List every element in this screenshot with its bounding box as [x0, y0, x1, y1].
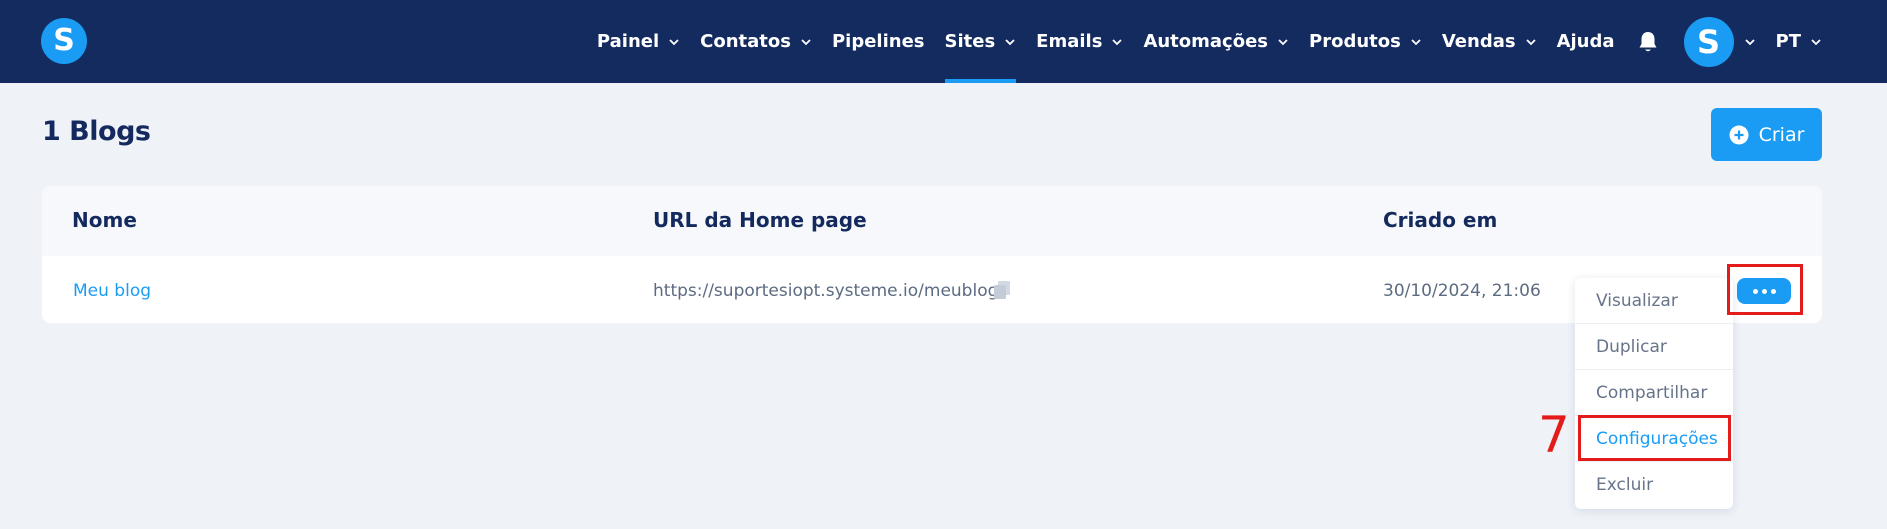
column-header-created: Criado em	[1383, 208, 1498, 232]
chevron-down-icon	[1811, 38, 1821, 45]
nav-label: Vendas	[1441, 31, 1516, 52]
chevron-down-icon[interactable]	[1744, 36, 1756, 48]
chevron-down-icon	[1525, 38, 1536, 45]
nav-label: Painel	[596, 31, 660, 52]
column-header-url: URL da Home page	[653, 208, 867, 232]
menu-item-duplicar[interactable]: Duplicar	[1575, 324, 1733, 370]
blog-url: https://suportesiopt.systeme.io/meublog	[653, 281, 999, 301]
nav-item-painel[interactable]: Painel	[597, 0, 680, 83]
nav-item-vendas[interactable]: Vendas	[1442, 0, 1537, 83]
menu-item-compartilhar[interactable]: Compartilhar	[1575, 370, 1733, 416]
systeme-logo[interactable]: S	[41, 18, 87, 64]
menu-item-visualizar[interactable]: Visualizar	[1575, 278, 1733, 324]
create-button-label: Criar	[1758, 123, 1805, 146]
nav-item-sites[interactable]: Sites	[944, 0, 1017, 83]
plus-circle-icon	[1729, 125, 1749, 144]
blog-created-date: 30/10/2024, 21:06	[1383, 281, 1541, 301]
top-navigation-bar: S Painel Contatos Pipelines Sites Emails…	[0, 0, 1887, 83]
language-label: PT	[1775, 31, 1801, 52]
chevron-down-icon	[669, 38, 679, 45]
chevron-down-icon	[801, 38, 811, 45]
column-header-name: Nome	[72, 208, 137, 232]
blog-name-link[interactable]: Meu blog	[73, 281, 151, 301]
nav-label: Ajuda	[1556, 31, 1615, 52]
chevron-down-icon	[1411, 38, 1421, 45]
nav-label: Contatos	[700, 31, 791, 52]
blogs-table: Nome URL da Home page Criado em Meu blog…	[42, 186, 1822, 323]
nav-item-contatos[interactable]: Contatos	[700, 0, 812, 83]
create-button[interactable]: Criar	[1711, 108, 1822, 161]
annotation-highlight-configuracoes	[1578, 415, 1731, 461]
chevron-down-icon	[1112, 38, 1123, 45]
nav-item-ajuda[interactable]: Ajuda	[1557, 0, 1615, 83]
nav-label: Automações	[1143, 31, 1269, 52]
nav-label: Sites	[944, 31, 996, 52]
annotation-highlight-more-button	[1727, 264, 1803, 315]
nav-label: Emails	[1036, 31, 1103, 52]
nav-item-automacoes[interactable]: Automações	[1143, 0, 1289, 83]
chevron-down-icon	[1278, 38, 1288, 45]
copy-icon[interactable]	[993, 280, 1011, 300]
actions-dropdown-menu: Visualizar Duplicar Compartilhar Configu…	[1575, 278, 1733, 509]
annotation-step-number: 7	[1538, 406, 1570, 464]
language-selector[interactable]: PT	[1776, 0, 1822, 83]
nav-label: Produtos	[1309, 31, 1401, 52]
chevron-down-icon	[1005, 38, 1015, 45]
menu-item-excluir[interactable]: Excluir	[1575, 462, 1733, 508]
table-header	[42, 186, 1822, 256]
main-nav: Painel Contatos Pipelines Sites Emails A…	[577, 0, 1822, 83]
bell-icon[interactable]	[1637, 30, 1659, 54]
nav-item-emails[interactable]: Emails	[1036, 0, 1123, 83]
nav-label: Pipelines	[831, 31, 925, 52]
nav-item-produtos[interactable]: Produtos	[1309, 0, 1422, 83]
page-title: 1 Blogs	[42, 116, 151, 147]
nav-item-pipelines[interactable]: Pipelines	[832, 0, 925, 83]
user-avatar[interactable]: S	[1683, 16, 1734, 67]
